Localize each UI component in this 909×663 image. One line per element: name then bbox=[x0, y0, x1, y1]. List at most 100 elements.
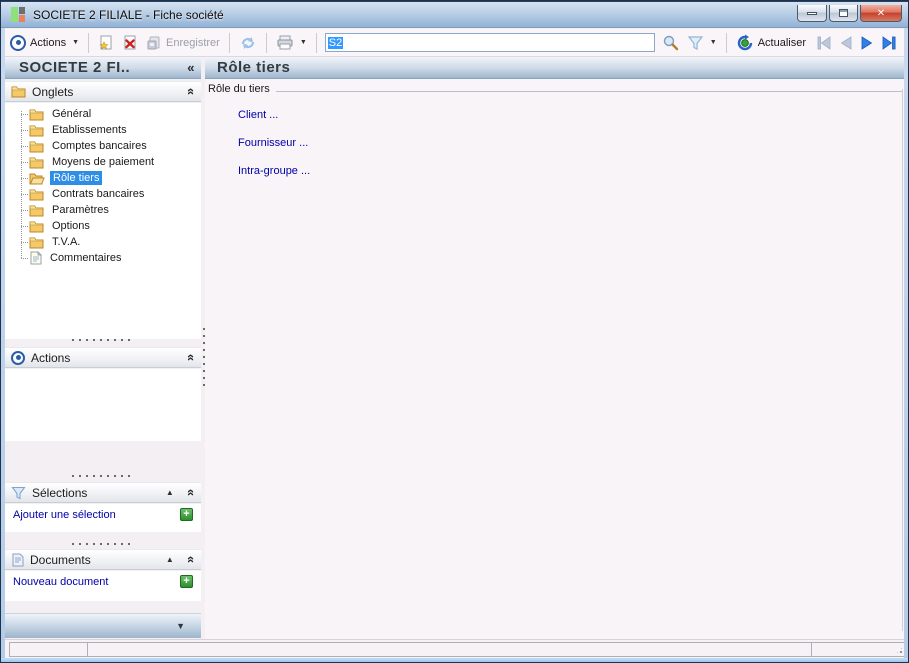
nav-previous-icon[interactable] bbox=[839, 35, 853, 50]
printer-icon bbox=[277, 35, 293, 49]
window-title: SOCIETE 2 FILIALE - Fiche société bbox=[33, 7, 224, 22]
collapse-section-icon[interactable]: « bbox=[184, 489, 199, 496]
section-header-actions[interactable]: Actions « bbox=[5, 347, 201, 368]
filter-funnel-icon bbox=[11, 486, 26, 499]
add-selection-plus-icon[interactable]: + bbox=[180, 508, 193, 521]
new-record-button[interactable] bbox=[94, 33, 118, 53]
collapse-section-icon[interactable]: « bbox=[184, 354, 199, 361]
folder-icon bbox=[11, 86, 26, 98]
add-selection-link[interactable]: Ajouter une sélection bbox=[13, 509, 116, 521]
folder-icon bbox=[29, 141, 44, 152]
actualiser-button[interactable]: Actualiser bbox=[732, 32, 810, 54]
documents-panel-body: Nouveau document + bbox=[5, 571, 201, 601]
save-button[interactable]: Enregistrer bbox=[142, 33, 224, 53]
status-cell-right bbox=[811, 642, 906, 657]
main-content: Rôle du tiers Client ... Fournisseur ...… bbox=[205, 79, 904, 639]
close-button[interactable]: ✕ bbox=[860, 5, 902, 22]
nav-next-icon[interactable] bbox=[860, 35, 874, 50]
new-document-plus-icon[interactable]: + bbox=[180, 575, 193, 588]
main-toolbar: Actions ▼ Enregistrer ▼ S2 ▼ Actualiser bbox=[2, 29, 907, 57]
section-label: Actions bbox=[31, 350, 71, 365]
tree-item-contrats-bancaires[interactable]: Contrats bancaires bbox=[5, 186, 201, 202]
search-button[interactable] bbox=[658, 32, 683, 53]
filter-funnel-icon bbox=[687, 35, 703, 50]
sidebar-splitter[interactable] bbox=[202, 326, 206, 392]
status-cell-middle bbox=[87, 642, 811, 657]
selections-panel-body: Ajouter une sélection + bbox=[5, 504, 201, 532]
maximize-button[interactable] bbox=[829, 5, 858, 22]
splitter-handle[interactable] bbox=[63, 542, 143, 546]
nav-last-icon[interactable] bbox=[881, 35, 897, 50]
nav-first-icon[interactable] bbox=[816, 35, 832, 50]
section-label: Onglets bbox=[32, 84, 74, 99]
title-bar: SOCIETE 2 FILIALE - Fiche société ✕ bbox=[1, 1, 908, 28]
minimize-button[interactable] bbox=[797, 5, 827, 22]
collapse-section-icon[interactable]: « bbox=[184, 88, 199, 95]
chevron-down-icon: ▼ bbox=[72, 39, 80, 46]
tree-item-commentaires[interactable]: Commentaires bbox=[5, 250, 201, 266]
collapse-sidebar-icon[interactable]: « bbox=[187, 60, 195, 75]
tree-item-moyens-de-paiement[interactable]: Moyens de paiement bbox=[5, 154, 201, 170]
refresh-button[interactable] bbox=[235, 33, 261, 53]
chevron-down-icon: ▼ bbox=[176, 621, 185, 631]
tree-item-comptes-bancaires[interactable]: Comptes bancaires bbox=[5, 138, 201, 154]
tree-item-etablissements[interactable]: Etablissements bbox=[5, 122, 201, 138]
folder-icon bbox=[29, 125, 44, 136]
section-header-documents[interactable]: Documents ▲ « bbox=[5, 549, 201, 570]
tabs-tree: Général Etablissements Comptes bancaires… bbox=[5, 103, 201, 339]
window-frame-right bbox=[904, 28, 908, 659]
actualiser-icon bbox=[737, 34, 752, 50]
actions-menu-button[interactable]: Actions ▼ bbox=[6, 33, 83, 53]
section-label: Documents bbox=[30, 552, 91, 567]
status-bar bbox=[2, 639, 907, 658]
resize-grip[interactable] bbox=[895, 646, 904, 655]
fournisseur-link[interactable]: Fournisseur ... bbox=[238, 137, 904, 149]
folder-icon bbox=[29, 157, 44, 168]
documents-icon bbox=[12, 553, 24, 566]
sidebar-footer-bar[interactable]: ▼ bbox=[5, 613, 201, 638]
new-page-icon bbox=[99, 35, 112, 49]
status-cell-left bbox=[9, 642, 87, 657]
tree-item-options[interactable]: Options bbox=[5, 218, 201, 234]
actions-target-icon bbox=[10, 34, 26, 51]
splitter-handle[interactable] bbox=[63, 474, 143, 478]
page-title: Rôle tiers bbox=[205, 57, 904, 79]
scroll-up-icon[interactable]: ▲ bbox=[166, 488, 174, 497]
folder-icon bbox=[29, 237, 44, 248]
intra-groupe-link[interactable]: Intra-groupe ... bbox=[238, 165, 904, 177]
print-button[interactable]: ▼ bbox=[272, 33, 311, 53]
open-folder-icon bbox=[29, 173, 45, 184]
filter-dropdown-icon[interactable]: ▼ bbox=[710, 39, 717, 46]
print-dropdown-icon[interactable]: ▼ bbox=[300, 39, 307, 46]
sidebar: Onglets « Général Etablissements Comptes… bbox=[5, 79, 201, 639]
tree-item-tva[interactable]: T.V.A. bbox=[5, 234, 201, 250]
filter-button[interactable]: ▼ bbox=[683, 33, 721, 53]
window-frame-left bbox=[1, 28, 5, 659]
refresh-icon bbox=[241, 36, 254, 49]
sidebar-header-title: SOCIETE 2 FI.. bbox=[19, 59, 131, 76]
delete-record-button[interactable] bbox=[118, 33, 142, 53]
search-input[interactable]: S2 bbox=[324, 33, 655, 52]
document-icon bbox=[30, 251, 42, 265]
search-icon bbox=[663, 35, 678, 51]
delete-icon bbox=[124, 35, 136, 49]
search-input-value: S2 bbox=[327, 36, 344, 49]
new-document-link[interactable]: Nouveau document bbox=[13, 576, 108, 588]
groupbox-border-line bbox=[275, 91, 902, 92]
tree-item-parametres[interactable]: Paramètres bbox=[5, 202, 201, 218]
splitter-handle[interactable] bbox=[63, 338, 143, 342]
section-header-selections[interactable]: Sélections ▲ « bbox=[5, 482, 201, 503]
groupbox-border-right bbox=[902, 89, 903, 631]
tree-item-role-tiers[interactable]: Rôle tiers bbox=[5, 170, 201, 186]
folder-icon bbox=[29, 109, 44, 120]
collapse-section-icon[interactable]: « bbox=[184, 556, 199, 563]
save-icon bbox=[147, 36, 160, 49]
app-icon bbox=[11, 7, 26, 22]
client-link[interactable]: Client ... bbox=[238, 109, 904, 121]
folder-icon bbox=[29, 221, 44, 232]
scroll-up-icon[interactable]: ▲ bbox=[166, 555, 174, 564]
application-window: SOCIETE 2 FILIALE - Fiche société ✕ Acti… bbox=[0, 0, 909, 663]
window-frame-bottom bbox=[1, 658, 908, 662]
tree-item-general[interactable]: Général bbox=[5, 106, 201, 122]
section-header-onglets[interactable]: Onglets « bbox=[5, 81, 201, 102]
